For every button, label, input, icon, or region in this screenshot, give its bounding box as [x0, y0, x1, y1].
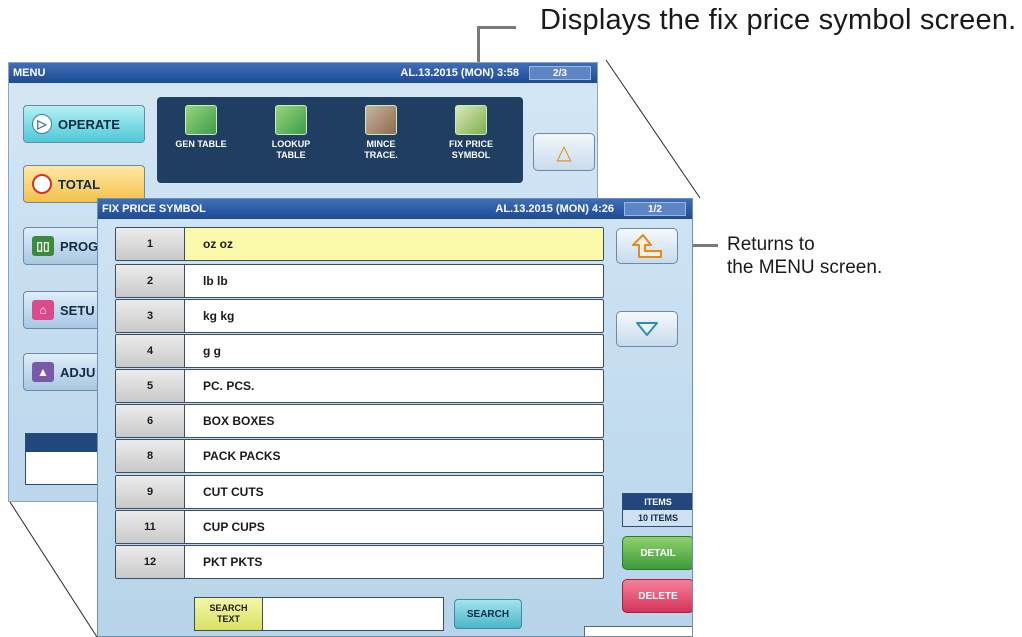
symbol-number: 2	[116, 265, 185, 297]
symbol-row[interactable]: 9 CUT CUTS	[115, 475, 604, 509]
items-value: 10 ITEMS	[623, 510, 692, 526]
symbol-name: PKT PKTS	[203, 555, 263, 569]
lookup-table-label: LOOKUP TABLE	[271, 139, 311, 160]
status-box	[584, 626, 692, 636]
items-label: ITEMS	[623, 494, 692, 510]
fps-page-indicator: 1/2	[624, 202, 686, 216]
symbol-name: g g	[203, 344, 221, 358]
items-count-box: ITEMS 10 ITEMS	[622, 493, 692, 527]
symbol-number: 3	[116, 300, 185, 332]
adjust-icon: ▲	[32, 362, 54, 382]
symbol-number: 6	[116, 405, 185, 437]
search-input[interactable]	[263, 598, 443, 630]
symbol-number: 1	[116, 228, 185, 260]
fps-title: FIX PRICE SYMBOL	[102, 203, 206, 215]
menu-titlebar: MENU AL.13.2015 (MON) 3:58 2/3	[9, 63, 597, 83]
symbol-name: CUP CUPS	[203, 520, 265, 534]
book-icon: ▯▯	[32, 236, 54, 256]
symbol-number: 12	[116, 546, 185, 578]
symbol-row[interactable]: 11 CUP CUPS	[115, 510, 604, 544]
delete-button[interactable]: DELETE	[622, 579, 692, 613]
symbol-row[interactable]: 3 kg kg	[115, 299, 604, 333]
return-arrow-icon	[632, 234, 662, 258]
total-label: TOTAL	[58, 176, 101, 192]
symbol-row[interactable]: 8 PACK PACKS	[115, 439, 604, 473]
symbol-row[interactable]: 1 oz oz	[115, 227, 604, 261]
fix-price-symbol-screen: FIX PRICE SYMBOL AL.13.2015 (MON) 4:26 1…	[97, 198, 693, 637]
symbol-name: BOX BOXES	[203, 414, 275, 428]
gen-table-label: GEN TABLE	[175, 139, 227, 149]
detail-button[interactable]: DETAIL	[622, 536, 692, 570]
fps-datetime: AL.13.2015 (MON) 4:26	[495, 203, 614, 215]
clock-icon	[32, 174, 52, 194]
symbol-row[interactable]: 5 PC. PCS.	[115, 369, 604, 403]
triangle-down-icon	[636, 322, 658, 336]
setup-label: SETU	[60, 302, 95, 318]
mince-trace-icon-button[interactable]: MINCE TRACE.	[341, 105, 421, 161]
symbol-row[interactable]: 6 BOX BOXES	[115, 404, 604, 438]
program-label: PROG	[60, 238, 99, 254]
operate-label: OPERATE	[58, 116, 120, 132]
symbol-number: 8	[116, 440, 185, 472]
symbol-name: PC. PCS.	[203, 379, 255, 393]
symbol-name: lb lb	[203, 274, 228, 288]
back-button[interactable]	[616, 228, 678, 264]
triangle-up-icon: △	[556, 141, 572, 164]
symbol-row[interactable]: 2 lb lb	[115, 264, 604, 298]
symbol-row[interactable]: 4 g g	[115, 334, 604, 368]
mince-trace-label: MINCE TRACE.	[364, 139, 398, 160]
lookup-table-icon-button[interactable]: LOOKUP TABLE	[251, 105, 331, 161]
menu-title: MENU	[13, 67, 46, 79]
symbol-name: oz oz	[185, 228, 603, 260]
setup-icon: ⌂	[32, 300, 54, 320]
symbol-number: 11	[116, 511, 185, 543]
gen-table-icon	[185, 105, 217, 135]
adjust-label: ADJU	[60, 364, 96, 380]
menu-datetime: AL.13.2015 (MON) 3:58	[400, 67, 519, 79]
symbol-row[interactable]: 12 PKT PKTS	[115, 545, 604, 579]
mince-trace-icon	[365, 105, 397, 135]
function-icon-panel: GEN TABLE LOOKUP TABLE MINCE TRACE. FIX …	[157, 97, 523, 183]
symbol-number: 5	[116, 370, 185, 402]
scroll-down-button[interactable]	[616, 311, 678, 347]
search-text-label: SEARCH TEXT	[195, 598, 263, 630]
operate-button[interactable]: ▷ OPERATE	[23, 105, 145, 143]
symbol-name: CUT CUTS	[203, 485, 264, 499]
lookup-table-icon	[275, 105, 307, 135]
fix-price-symbol-label: FIX PRICE SYMBOL	[448, 139, 493, 160]
search-text-field: SEARCH TEXT	[194, 597, 444, 631]
symbol-name: PACK PACKS	[203, 449, 281, 463]
play-icon: ▷	[32, 114, 52, 134]
search-button[interactable]: SEARCH	[454, 599, 522, 629]
gen-table-icon-button[interactable]: GEN TABLE	[161, 105, 241, 150]
menu-scroll-up-button[interactable]: △	[533, 133, 595, 171]
fps-titlebar: FIX PRICE SYMBOL AL.13.2015 (MON) 4:26 1…	[98, 199, 692, 219]
fix-price-symbol-icon-button[interactable]: FIX PRICE SYMBOL	[431, 105, 511, 161]
menu-page-indicator: 2/3	[529, 66, 591, 80]
symbol-name: kg kg	[203, 309, 235, 323]
symbol-number: 9	[116, 476, 185, 508]
fix-price-symbol-icon	[455, 105, 487, 135]
symbol-number: 4	[116, 335, 185, 367]
